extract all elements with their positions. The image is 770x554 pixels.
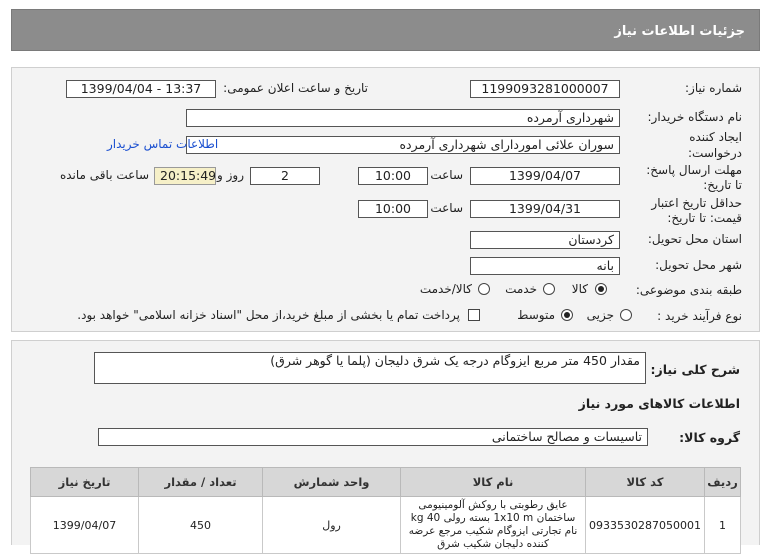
need-number-label: شماره نیاز: xyxy=(685,81,742,95)
creator-label-1: ایجاد کننده xyxy=(689,130,742,144)
category-service-radio[interactable] xyxy=(543,283,555,295)
creator-label-2: درخواست: xyxy=(688,146,742,160)
creator-field[interactable]: سوران علائی اموردارای شهرداری آرمرده xyxy=(186,136,620,154)
goods-table: ردیف کد کالا نام کالا واحد شمارش تعداد /… xyxy=(29,467,741,554)
category-goods-radio[interactable] xyxy=(595,283,607,295)
col-qty: تعداد / مقدار xyxy=(138,467,264,497)
province-field[interactable]: کردستان xyxy=(470,231,620,249)
remaining-time-field: 20:15:49 xyxy=(154,167,216,185)
page-header: جزئیات اطلاعات نیاز xyxy=(11,9,760,51)
col-date: تاریخ نیاز xyxy=(29,467,140,497)
category-goods-label: کالا xyxy=(571,282,588,296)
city-label: شهر محل تحویل: xyxy=(655,258,742,272)
col-unit: واحد شمارش xyxy=(262,467,402,497)
process-type-label: نوع فرآیند خرید : xyxy=(657,309,742,323)
buyer-field[interactable]: شهرداری آرمرده xyxy=(186,109,620,127)
page-title: جزئیات اطلاعات نیاز xyxy=(614,24,745,39)
validity-date-field[interactable]: 1399/04/31 xyxy=(470,200,620,218)
validity-time-label: ساعت xyxy=(430,201,463,215)
process-minor-label: جزیی xyxy=(586,308,614,322)
remaining-time-label: ساعت باقی مانده xyxy=(59,168,149,182)
process-medium-label: متوسط xyxy=(517,308,555,322)
description-label: شرح کلی نیاز: xyxy=(650,362,740,377)
validity-label-2: قیمت: تا تاریخ: xyxy=(667,211,742,225)
treasury-payment-note: پرداخت تمام یا بخشی از مبلغ خرید،از محل … xyxy=(77,308,460,322)
goods-group-label: گروه کالا: xyxy=(679,430,740,445)
goods-group-field[interactable]: تاسیسات و مصالح ساختمانی xyxy=(98,428,648,446)
validity-label-1: حداقل تاریخ اعتبار xyxy=(651,196,742,210)
reply-deadline-label-1: مهلت ارسال پاسخ: xyxy=(646,163,742,177)
days-remaining-field[interactable]: 2 xyxy=(250,167,320,185)
description-field[interactable]: مقدار 450 متر مربع ایزوگام درجه یک شرق د… xyxy=(94,352,646,384)
validity-time-field[interactable]: 10:00 xyxy=(358,200,428,218)
process-medium-radio[interactable] xyxy=(561,309,573,321)
reply-date-field[interactable]: 1399/04/07 xyxy=(470,167,620,185)
announce-datetime-field[interactable]: 1399/04/04 - 13:37 xyxy=(66,80,216,98)
reply-time-field[interactable]: 10:00 xyxy=(358,167,428,185)
process-minor-radio[interactable] xyxy=(620,309,632,321)
province-label: استان محل تحویل: xyxy=(647,232,742,246)
reply-deadline-label-2: تا تاریخ: xyxy=(703,178,742,192)
category-goods-service-label: کالا/خدمت xyxy=(419,282,472,296)
col-code: کد کالا xyxy=(585,467,705,497)
category-label: طبقه بندی موضوعی: xyxy=(635,283,742,297)
buyer-label: نام دستگاه خریدار: xyxy=(647,110,743,124)
buyer-contact-link[interactable]: اطلاعات تماس خریدار xyxy=(107,137,218,151)
category-service-label: خدمت xyxy=(505,282,537,296)
announce-label: تاریخ و ساعت اعلان عمومی: xyxy=(223,81,368,95)
reply-time-label: ساعت xyxy=(430,168,463,182)
treasury-payment-checkbox[interactable] xyxy=(468,309,480,321)
col-row: ردیف xyxy=(704,467,741,497)
days-label: روز و xyxy=(217,168,244,182)
city-field[interactable]: بانه xyxy=(470,257,620,275)
goods-section-title: اطلاعات کالاهای مورد نیاز xyxy=(578,396,740,411)
col-name: نام کالا xyxy=(400,467,587,497)
need-number-field[interactable]: 1199093281000007 xyxy=(470,80,620,98)
goods-table-header: ردیف کد کالا نام کالا واحد شمارش تعداد /… xyxy=(29,467,741,497)
category-goods-service-radio[interactable] xyxy=(478,283,490,295)
